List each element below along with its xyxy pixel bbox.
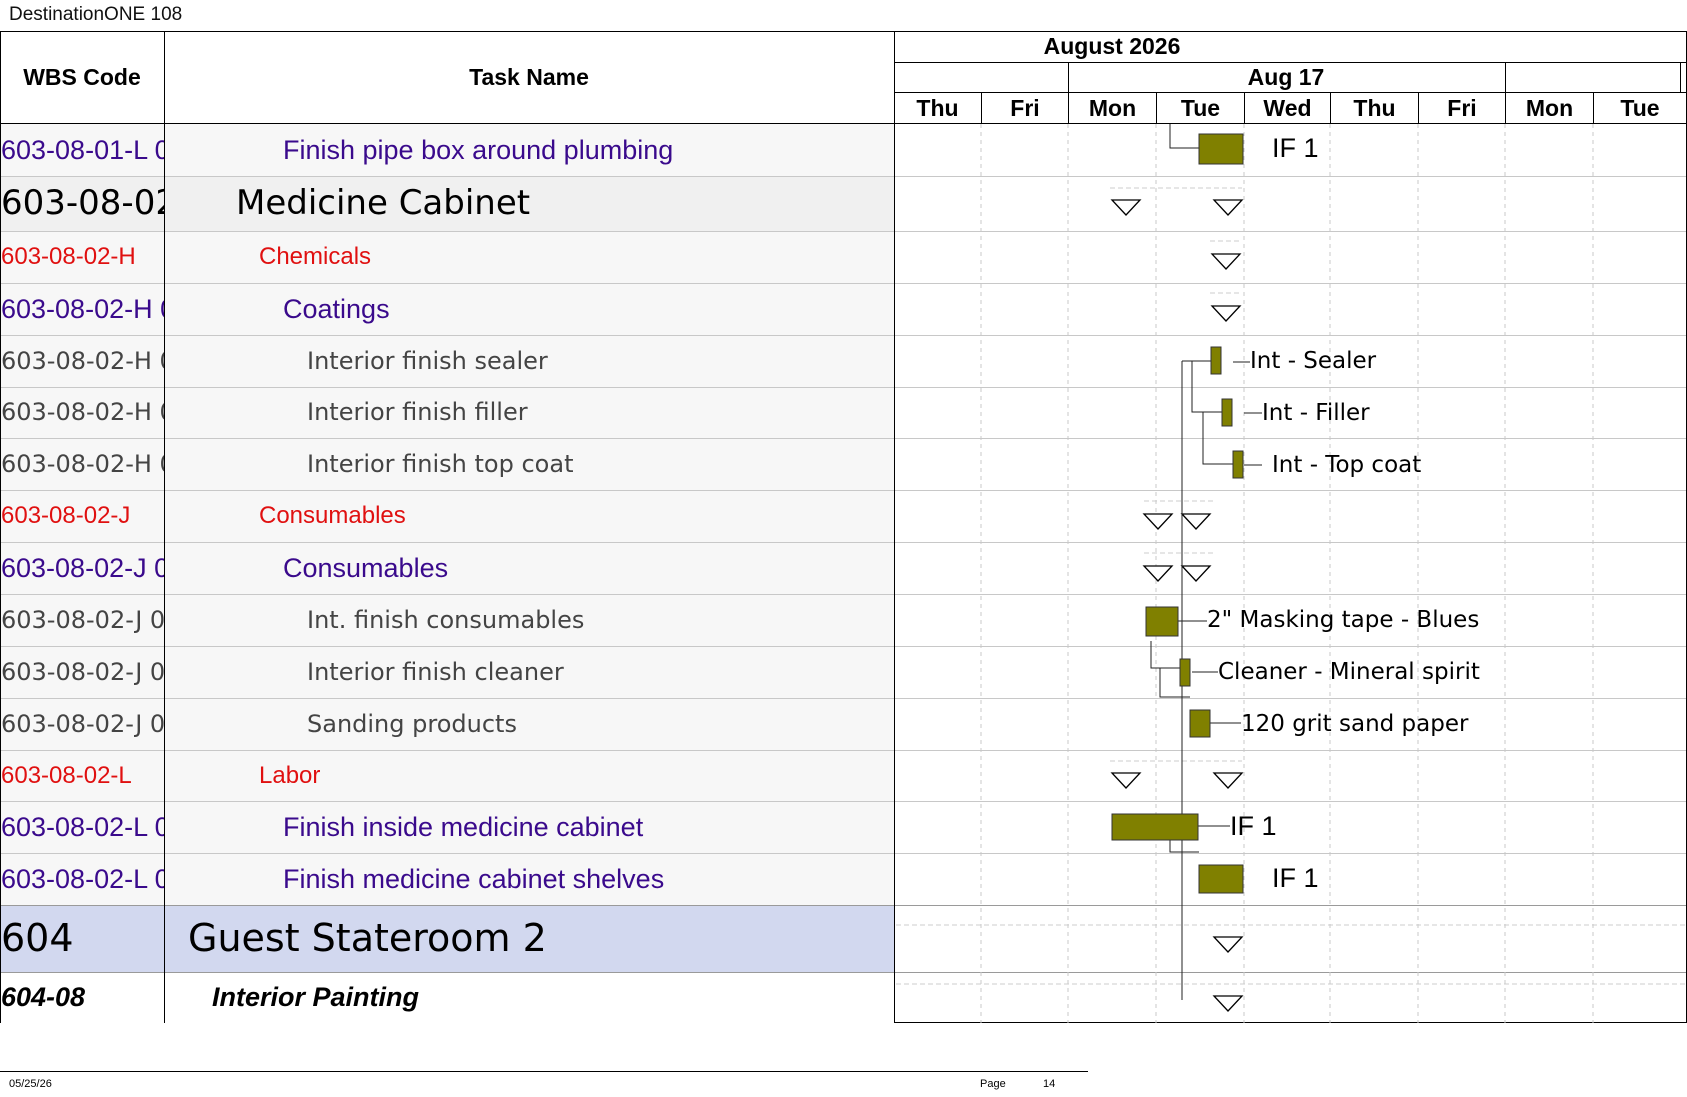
summary-marker[interactable] (1110, 199, 1142, 216)
bar-label: Int - Top coat (1272, 452, 1422, 479)
bar-label: IF 1 (1230, 810, 1277, 841)
bar-label: Int - Sealer (1250, 348, 1377, 375)
summary-marker[interactable] (1180, 513, 1212, 530)
summary-marker[interactable] (1212, 199, 1244, 216)
task-bar[interactable] (1179, 658, 1191, 687)
summary-marker[interactable] (1212, 936, 1244, 953)
bar-label: Int - Filler (1262, 400, 1370, 427)
bar-label: IF 1 (1272, 132, 1319, 163)
task-bar[interactable] (1145, 606, 1179, 637)
footer-date: 05/25/26 (9, 1078, 52, 1090)
footer-divider (0, 1071, 1088, 1072)
task-bar[interactable] (1198, 133, 1244, 165)
footer-page-number: 14 (1043, 1078, 1056, 1090)
summary-marker[interactable] (1210, 253, 1242, 270)
summary-marker[interactable] (1142, 513, 1174, 530)
gantt-chart (896, 124, 1686, 1023)
summary-marker[interactable] (1212, 772, 1244, 789)
task-bar[interactable] (1111, 813, 1199, 841)
summary-marker[interactable] (1110, 772, 1142, 789)
summary-marker[interactable] (1212, 995, 1244, 1012)
task-bar[interactable] (1221, 398, 1233, 427)
summary-marker[interactable] (1142, 565, 1174, 582)
task-bar[interactable] (1210, 346, 1222, 375)
bar-label: Cleaner - Mineral spirit (1218, 659, 1480, 686)
bar-label: IF 1 (1272, 862, 1319, 893)
bar-label: 120 grit sand paper (1241, 711, 1469, 738)
task-bar[interactable] (1232, 450, 1244, 479)
summary-marker[interactable] (1180, 565, 1212, 582)
bar-label: 2" Masking tape - Blues (1207, 607, 1480, 634)
summary-marker[interactable] (1210, 305, 1242, 322)
dependency-link (1169, 124, 1199, 149)
task-bar[interactable] (1189, 709, 1211, 738)
task-bar[interactable] (1198, 864, 1244, 894)
footer-page-label: Page (980, 1078, 1006, 1090)
